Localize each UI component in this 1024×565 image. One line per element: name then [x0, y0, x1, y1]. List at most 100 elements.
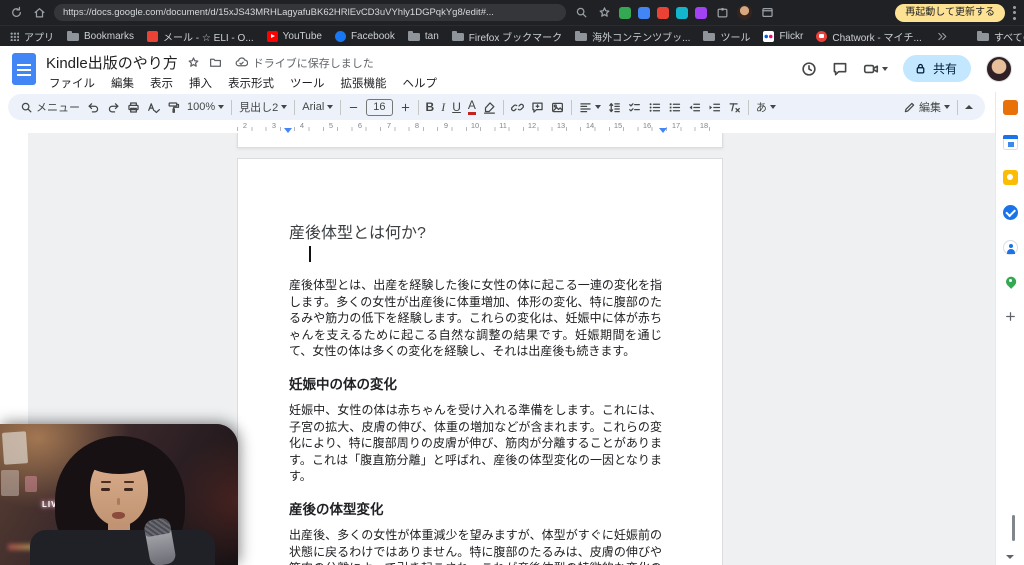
underline-button[interactable]: U [452, 100, 461, 114]
print-button[interactable] [127, 101, 140, 114]
menu-insert[interactable]: 挿入 [182, 73, 219, 93]
font-size-increase-button[interactable] [400, 102, 411, 113]
ruler[interactable]: 2 3 4 5 6 7 8 9 10 11 12 13 14 15 16 17 … [0, 120, 995, 133]
bookmark-item-tan[interactable]: tan [407, 31, 439, 42]
scroll-down-icon[interactable] [1006, 555, 1014, 559]
right-indent-marker[interactable] [659, 128, 667, 133]
bold-button[interactable]: B [426, 100, 435, 114]
docs-logo-icon[interactable] [12, 53, 36, 85]
extension-icon-blue[interactable] [638, 6, 650, 19]
paint-format-button[interactable] [167, 101, 180, 114]
spellcheck-button[interactable] [147, 101, 160, 114]
font-size-value[interactable]: 16 [366, 98, 393, 116]
menu-help[interactable]: ヘルプ [396, 73, 445, 93]
doc-heading-pregnancy[interactable]: 妊娠中の体の変化 [289, 373, 662, 393]
bookmarks-overflow-icon[interactable] [935, 28, 951, 44]
menu-tools[interactable]: ツール [283, 73, 332, 93]
bookmark-item-apps[interactable]: アプリ [10, 29, 54, 44]
document-page[interactable]: 産後体型とは何か? 産後体型とは、出産を経験した後に女性の体に起こる一連の変化を… [237, 158, 723, 565]
contacts-icon[interactable] [1002, 240, 1018, 255]
paragraph-style-select[interactable]: 見出し2 [239, 99, 288, 115]
italic-button[interactable]: I [441, 100, 445, 115]
bookmark-item-chatwork[interactable]: Chatwork - マイチ... [816, 29, 922, 44]
decrease-indent-button[interactable] [688, 101, 701, 114]
tab-window-icon[interactable] [759, 5, 775, 21]
chevron-down-icon [944, 105, 950, 109]
checklist-button[interactable] [628, 101, 641, 114]
bookmark-item-youtube[interactable]: YouTube [266, 30, 322, 42]
align-button[interactable] [579, 101, 601, 114]
bookmark-star-icon[interactable] [596, 5, 612, 21]
extension-icon-teal[interactable] [676, 6, 688, 19]
doc-paragraph-postpartum[interactable]: 出産後、多くの女性が体重減少を望みますが、体型がすぐに妊娠前の状態に戻るわけでは… [289, 527, 662, 565]
undo-button[interactable] [87, 101, 100, 114]
reload-icon[interactable] [8, 5, 24, 21]
insert-link-button[interactable] [510, 101, 524, 114]
input-tools-button[interactable]: あ [756, 99, 776, 115]
star-icon[interactable] [187, 56, 200, 69]
menu-file[interactable]: ファイル [42, 73, 102, 93]
scrollbar-thumb[interactable] [1012, 515, 1015, 541]
previous-page-bottom [237, 133, 723, 148]
ruler-number: 9 [443, 121, 449, 130]
highlight-button[interactable] [483, 101, 496, 114]
redo-button[interactable] [107, 101, 120, 114]
url-bar[interactable]: https://docs.google.com/document/d/15xJS… [54, 4, 566, 21]
insert-image-button[interactable] [551, 101, 564, 114]
left-indent-marker[interactable] [284, 128, 292, 133]
bookmark-item-flickr[interactable]: Flickr [763, 30, 803, 42]
bookmark-item-bookmarks[interactable]: Bookmarks [67, 31, 134, 42]
doc-heading-postpartum[interactable]: 産後の体型変化 [289, 498, 662, 518]
line-spacing-button[interactable] [608, 101, 621, 114]
bookmark-item-tools[interactable]: ツール [703, 29, 750, 44]
browser-menu-icon[interactable] [1012, 5, 1016, 20]
editing-mode-select[interactable]: 編集 [903, 99, 950, 115]
menu-format[interactable]: 表示形式 [221, 73, 281, 93]
extension-icon-purple[interactable] [695, 6, 707, 19]
bookmark-item-mail[interactable]: メール - ☆ ELI - O... [147, 29, 254, 44]
font-size-decrease-button[interactable] [348, 102, 359, 113]
menu-extensions[interactable]: 拡張機能 [334, 73, 394, 93]
document-title[interactable]: Kindle出版のやり方 [46, 52, 178, 73]
comment-history-icon[interactable] [832, 61, 848, 77]
numbered-list-button[interactable] [668, 101, 681, 114]
increase-indent-button[interactable] [708, 101, 721, 114]
clear-formatting-button[interactable] [728, 101, 741, 114]
bookmark-item-overseas[interactable]: 海外コンテンツブッ... [575, 29, 690, 44]
toolbar-menu-search[interactable]: メニュー [20, 99, 80, 115]
menu-edit[interactable]: 編集 [104, 73, 141, 93]
version-history-icon[interactable] [801, 61, 817, 77]
text-color-button[interactable]: A [467, 99, 476, 115]
zoom-select[interactable]: 100% [187, 101, 225, 113]
bookmark-item-facebook[interactable]: Facebook [334, 30, 395, 42]
extension-icon-red[interactable] [657, 6, 669, 19]
menu-view[interactable]: 表示 [143, 73, 180, 93]
maps-icon[interactable] [1003, 275, 1018, 290]
keep-icon[interactable] [1002, 170, 1018, 185]
presenter-eyebrow [101, 481, 111, 483]
add-comment-button[interactable] [531, 101, 544, 114]
doc-paragraph-pregnancy[interactable]: 妊娠中、女性の体は赤ちゃんを受け入れる準備をします。これには、子宮の拡大、皮膚の… [289, 402, 662, 485]
doc-paragraph-intro[interactable]: 産後体型とは、出産を経験した後に女性の体に起こる一連の変化を指します。多くの女性… [289, 277, 662, 360]
browser-profile-avatar[interactable] [737, 5, 752, 20]
doc-heading-intro[interactable]: 産後体型とは何か? [289, 219, 662, 243]
extension-icon-green[interactable] [619, 6, 631, 19]
tasks-icon[interactable] [1002, 205, 1018, 220]
bookmark-item-firefox[interactable]: Firefox ブックマーク [451, 29, 562, 44]
share-button[interactable]: 共有 [902, 55, 971, 82]
extensions-puzzle-icon[interactable] [714, 5, 730, 21]
collapse-toolbar-button[interactable] [965, 105, 973, 109]
save-status: ドライブに保存しました [235, 55, 374, 71]
get-addons-plus-icon[interactable] [1004, 310, 1017, 323]
home-icon[interactable] [31, 5, 47, 21]
bulleted-list-button[interactable] [648, 101, 661, 114]
calendar-icon[interactable] [1002, 135, 1018, 150]
search-icon[interactable] [573, 5, 589, 21]
meet-call-button[interactable] [863, 61, 888, 77]
addon-icon[interactable] [1002, 100, 1018, 115]
font-family-select[interactable]: Arial [302, 101, 334, 113]
bookmark-item-all-bookmarks[interactable]: すべてのブックマーク [976, 29, 1024, 44]
restart-update-button[interactable]: 再起動して更新する [895, 3, 1005, 22]
move-folder-icon[interactable] [209, 56, 222, 69]
account-avatar[interactable] [986, 55, 1012, 82]
